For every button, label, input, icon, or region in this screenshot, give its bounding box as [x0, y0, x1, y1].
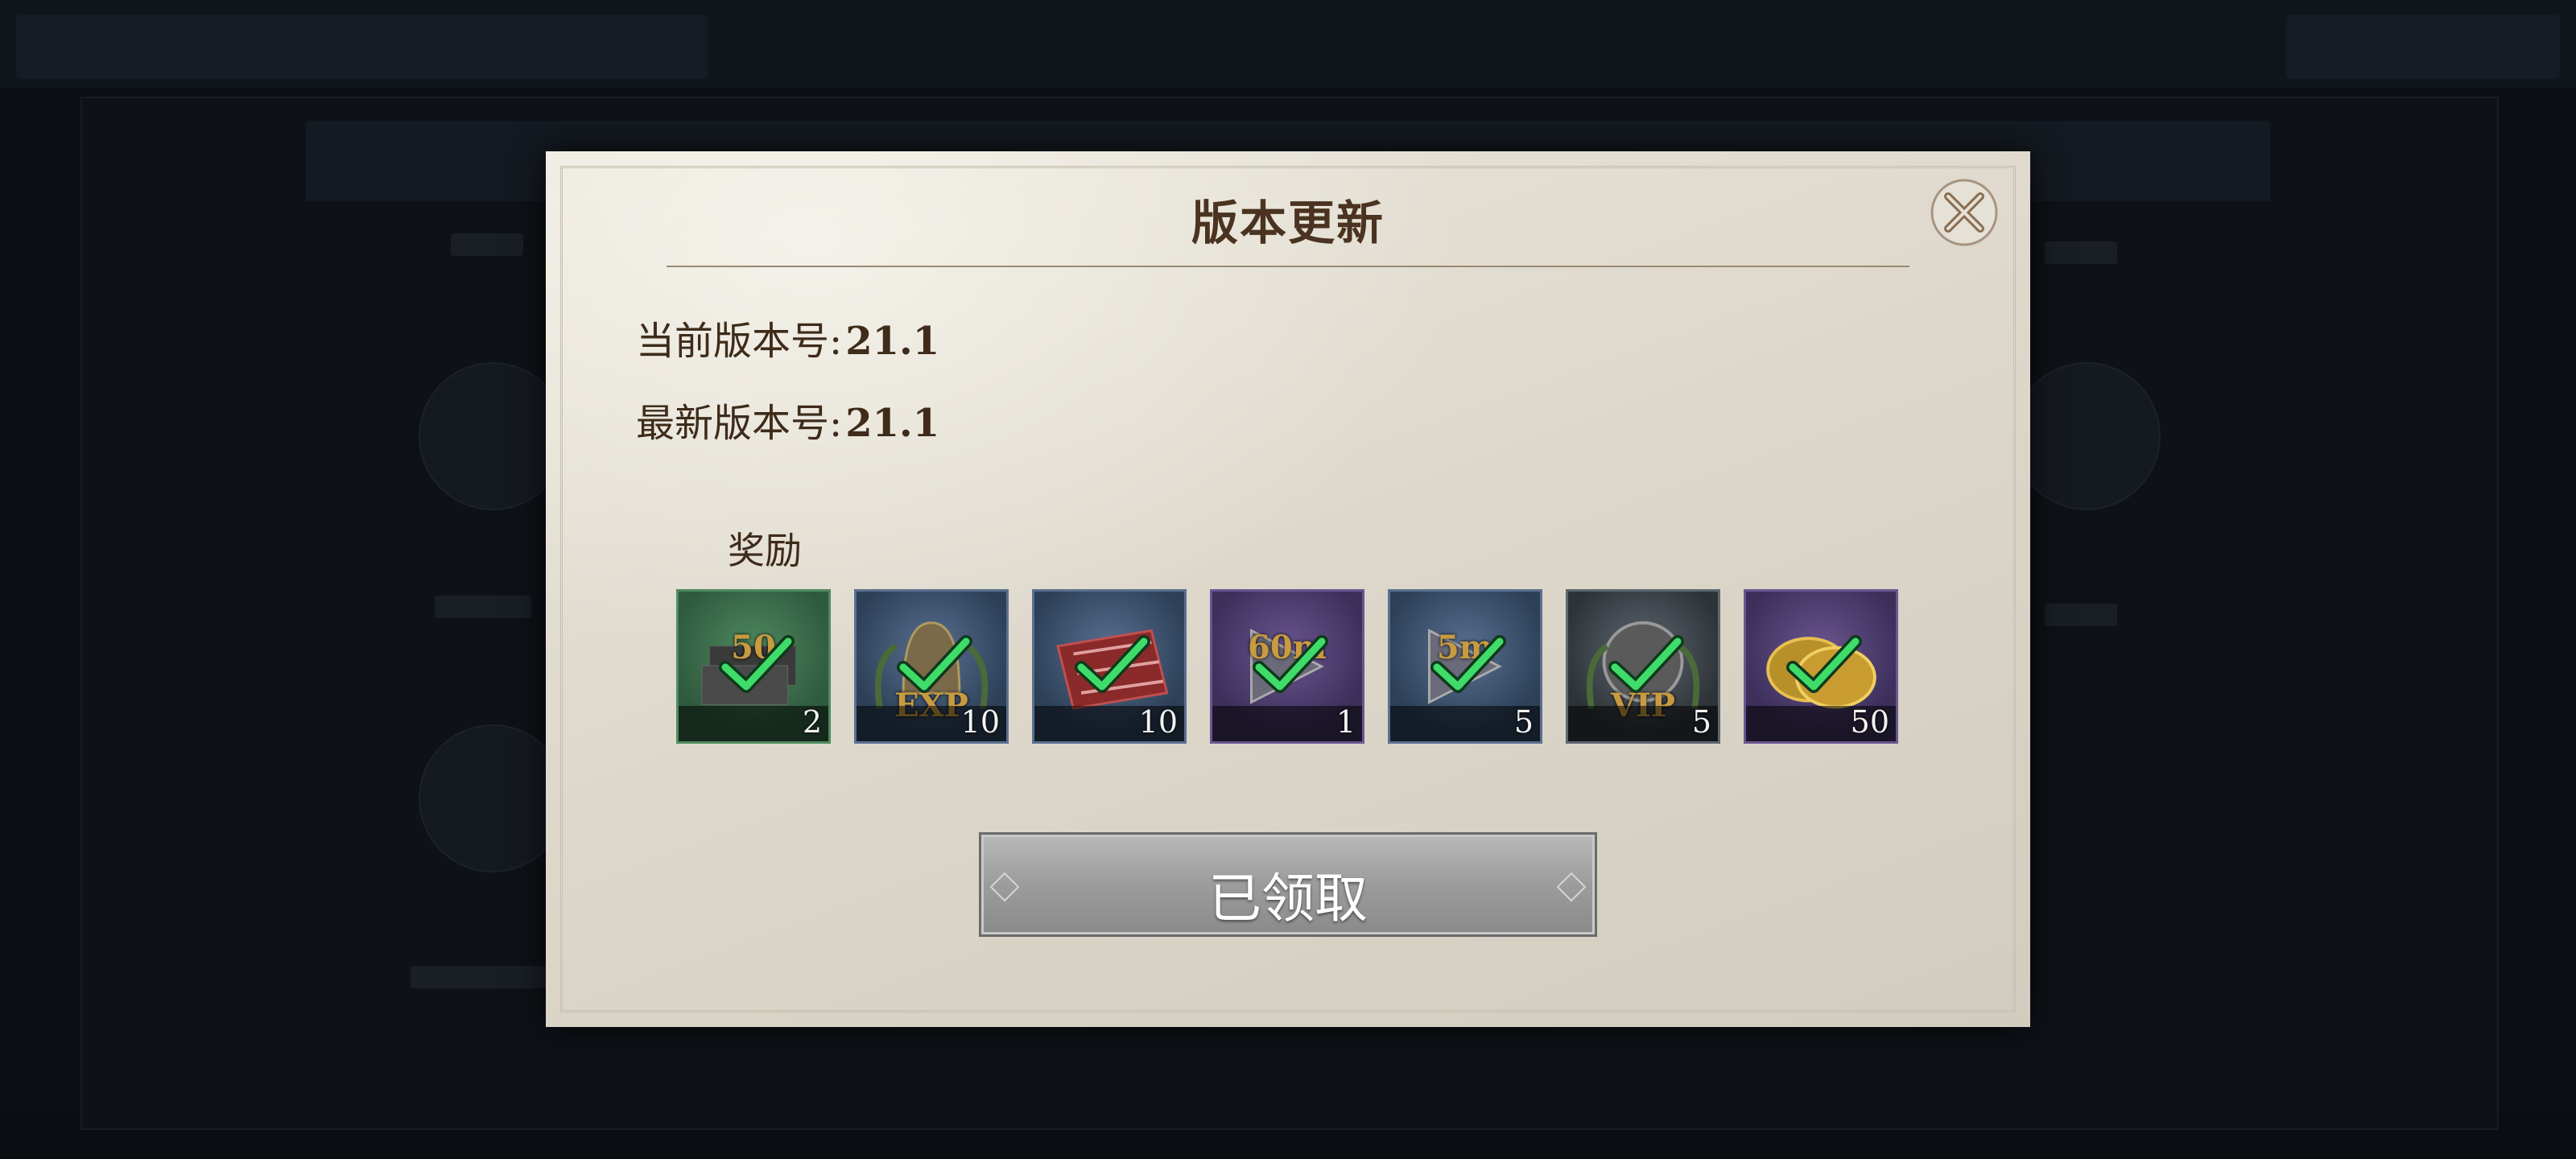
- close-icon: [1930, 179, 1998, 246]
- background-icon: [419, 724, 567, 872]
- reward-item-meat[interactable]: 10: [1032, 589, 1187, 744]
- checkmark-icon: [719, 635, 795, 693]
- reward-quantity: 5: [1691, 704, 1711, 740]
- reward-quantity: 2: [802, 704, 822, 740]
- background-icon: [419, 362, 567, 510]
- reward-quantity: 1: [1335, 704, 1356, 740]
- reward-quantity: 50: [1850, 704, 1889, 740]
- checkmark-icon: [1786, 635, 1862, 693]
- checkmark-icon: [1608, 635, 1684, 693]
- latest-version-value: 21.1: [845, 401, 940, 446]
- reward-quantity: 10: [1138, 704, 1178, 740]
- title-divider: [667, 266, 1909, 267]
- background-label: [2045, 241, 2117, 264]
- reward-item-exp-helmet[interactable]: EXP10: [854, 589, 1009, 744]
- reward-item-gold-coins[interactable]: 50: [1744, 589, 1898, 744]
- background-tab: [2286, 14, 2560, 79]
- current-version-value: 21.1: [845, 319, 940, 364]
- reward-item-speedup-5m[interactable]: 5m 5: [1388, 589, 1542, 744]
- claimed-button[interactable]: 已领取: [979, 832, 1597, 937]
- checkmark-icon: [1075, 635, 1150, 693]
- background-label: [451, 233, 523, 256]
- reward-quantity: 5: [1513, 704, 1534, 740]
- reward-item-speedup-60m[interactable]: 60m 1: [1210, 589, 1364, 744]
- checkmark-icon: [897, 635, 972, 693]
- reward-item-vip-badge[interactable]: VIP5: [1566, 589, 1720, 744]
- background-icon: [2013, 362, 2161, 510]
- latest-version-label: 最新版本号:: [636, 401, 843, 446]
- background-label: [411, 966, 555, 988]
- reward-item-iron-ingot[interactable]: 50 2: [676, 589, 831, 744]
- reward-quantity: 10: [960, 704, 1000, 740]
- close-button[interactable]: [1929, 177, 2000, 248]
- checkmark-icon: [1253, 635, 1328, 693]
- background-label: [435, 596, 531, 618]
- current-version-label: 当前版本号:: [636, 319, 843, 364]
- rewards-list: 502EXP101060m15m5VIP550: [676, 589, 1900, 747]
- background-tab: [16, 14, 708, 79]
- latest-version-row: 最新版本号:21.1: [636, 391, 939, 448]
- background-label: [2045, 604, 2117, 626]
- dialog-title: 版本更新: [1191, 196, 1385, 250]
- checkmark-icon: [1430, 635, 1506, 693]
- version-update-dialog: 版本更新 当前版本号:21.1 最新版本号:21.1 奖励 502EXP1010…: [546, 151, 2030, 1027]
- claimed-button-label: 已领取: [1208, 868, 1368, 930]
- rewards-label: 奖励: [728, 529, 802, 572]
- current-version-row: 当前版本号:21.1: [636, 309, 939, 365]
